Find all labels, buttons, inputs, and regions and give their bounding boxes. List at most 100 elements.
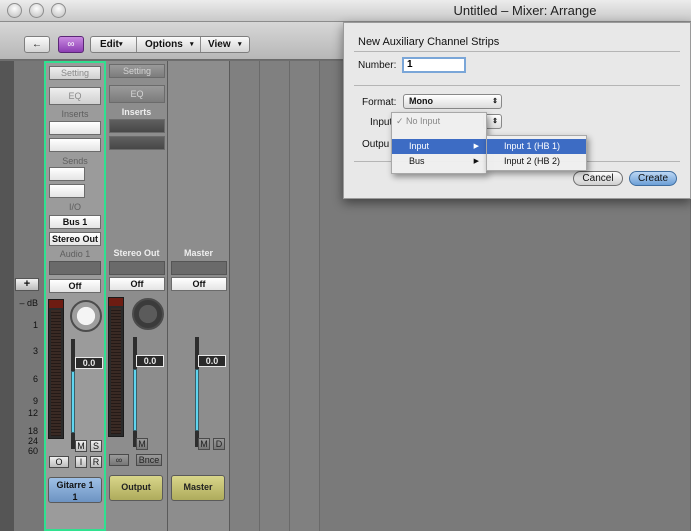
updown-arrows-icon: ⇕	[492, 98, 498, 105]
format-value: Mono	[409, 96, 433, 106]
format-popup[interactable]: Mono ⇕	[403, 94, 502, 109]
group-slot[interactable]	[171, 261, 227, 275]
mute-button[interactable]: M	[136, 438, 148, 450]
output-label: Outpu	[362, 139, 390, 150]
format-label: Format:	[362, 97, 397, 108]
db-label: – dB	[19, 298, 38, 308]
db-tick: 24	[27, 436, 38, 446]
level-meter	[48, 299, 64, 439]
fader-value: 0.0	[75, 357, 103, 369]
channel-name-master[interactable]: Master	[171, 475, 225, 501]
channel-strip-stereo-out[interactable]: Setting EQ Inserts Stereo Out Off 0.0 M …	[106, 61, 168, 531]
input-slot[interactable]: Bus 1	[49, 215, 101, 229]
menu-item-input-1[interactable]: Input 1 (HB 1)	[487, 139, 586, 154]
eq-display[interactable]: EQ	[49, 87, 101, 105]
empty-strip-area	[260, 61, 290, 531]
balance-knob[interactable]	[132, 298, 164, 330]
stereo-link-icon[interactable]: ∞	[109, 454, 129, 466]
channel-name-line2: 1	[72, 492, 78, 502]
volume-fader[interactable]	[195, 369, 199, 431]
send-slot[interactable]	[49, 184, 85, 198]
cancel-button[interactable]: Cancel	[573, 171, 623, 186]
submenu-arrow-icon: ▶	[473, 143, 479, 150]
empty-strip-area	[230, 61, 260, 531]
io-label: I/O	[68, 202, 81, 212]
send-slot[interactable]	[49, 167, 85, 181]
fader-value: 0.0	[136, 355, 164, 367]
insert-slot[interactable]	[109, 119, 165, 133]
setting-button[interactable]: Setting	[49, 66, 101, 80]
db-tick: 9	[32, 396, 38, 406]
fader-value: 0.0	[198, 355, 226, 367]
edit-menu[interactable]: Edit	[100, 37, 119, 52]
divider	[354, 85, 680, 86]
volume-fader[interactable]	[133, 369, 137, 431]
input-monitor-button[interactable]: I	[75, 456, 87, 468]
group-label: Stereo Out	[113, 248, 160, 258]
menu-item-input-label: Input	[409, 141, 430, 151]
setting-button[interactable]: Setting	[109, 64, 165, 78]
automation-mode[interactable]: Off	[171, 277, 227, 291]
scale-column	[14, 61, 44, 531]
db-tick: 60	[27, 446, 38, 456]
zoom-window-button[interactable]	[51, 3, 66, 18]
create-button[interactable]: Create	[629, 171, 677, 186]
group-slot[interactable]	[49, 261, 101, 275]
link-icon[interactable]: ∞	[58, 36, 84, 53]
volume-fader[interactable]	[71, 371, 75, 433]
mute-button[interactable]: M	[75, 440, 87, 452]
insert-slot[interactable]	[49, 138, 101, 152]
db-tick: 3	[32, 346, 38, 356]
channel-name-line1: Gitarre 1	[56, 480, 94, 490]
db-tick: 6	[32, 374, 38, 384]
channel-name-output[interactable]: Output	[109, 475, 163, 501]
menu-item-bus[interactable]: Bus ▶	[392, 154, 486, 169]
db-tick: 12	[27, 408, 38, 418]
minimize-window-button[interactable]	[29, 3, 44, 18]
back-arrow-icon[interactable]: ←	[24, 36, 50, 53]
insert-slot[interactable]	[109, 136, 165, 150]
left-gutter	[0, 61, 14, 531]
solo-button[interactable]: S	[90, 440, 102, 452]
channel-name-gitarre[interactable]: Gitarre 1 1	[48, 477, 102, 503]
view-menu[interactable]: View	[208, 37, 231, 52]
channel-strip-master[interactable]: Master Off 0.0 M D Master	[168, 61, 230, 531]
menu-item-no-input[interactable]: ✓ No Input	[392, 114, 486, 129]
dim-button[interactable]: D	[213, 438, 225, 450]
menu-item-bus-label: Bus	[409, 156, 425, 166]
empty-strip-area	[290, 61, 320, 531]
input-submenu: Input 1 (HB 1) Input 2 (HB 2)	[486, 135, 587, 171]
pan-knob[interactable]	[70, 300, 102, 332]
automation-mode[interactable]: Off	[49, 279, 101, 293]
record-enable-button[interactable]: R	[90, 456, 102, 468]
group-label: Master	[183, 248, 213, 258]
sends-label: Sends	[62, 156, 88, 166]
group-slot[interactable]	[109, 261, 165, 275]
menu-item-input-2[interactable]: Input 2 (HB 2)	[487, 154, 586, 169]
group-label: Audio 1	[59, 249, 91, 259]
options-menu[interactable]: Options	[145, 37, 183, 52]
db-tick: 1	[32, 320, 38, 330]
db-scale: – dB 1 3 6 9 12 18 24 60	[16, 298, 42, 458]
eq-display[interactable]: EQ	[109, 85, 165, 103]
output-slot[interactable]: Stereo Out	[49, 232, 101, 246]
output-mode-button[interactable]: O	[49, 456, 69, 468]
add-channel-button[interactable]: +	[15, 278, 39, 291]
mute-button[interactable]: M	[198, 438, 210, 450]
insert-slot[interactable]	[49, 121, 101, 135]
submenu-arrow-icon: ▶	[473, 158, 479, 165]
channel-strip-audio-1[interactable]: Setting EQ Inserts Sends I/O Bus 1 Stere…	[44, 61, 106, 531]
level-meter	[108, 297, 124, 437]
inserts-label: Inserts	[61, 109, 89, 119]
menu-item-input[interactable]: Input ▶	[392, 139, 486, 154]
title-bar: Untitled – Mixer: Arrange	[0, 0, 691, 22]
number-field[interactable]: 1	[402, 57, 466, 73]
close-window-button[interactable]	[7, 3, 22, 18]
bounce-button[interactable]: Bnce	[136, 454, 162, 466]
divider	[354, 51, 680, 52]
input-popup-menu: ✓ No Input Input ▶ Bus ▶	[391, 112, 487, 174]
menu-bar: Edit ▾ Options ▾ View ▾	[90, 36, 250, 53]
automation-mode[interactable]: Off	[109, 277, 165, 291]
updown-arrows-icon: ⇕	[492, 118, 498, 125]
number-label: Number:	[358, 60, 397, 71]
